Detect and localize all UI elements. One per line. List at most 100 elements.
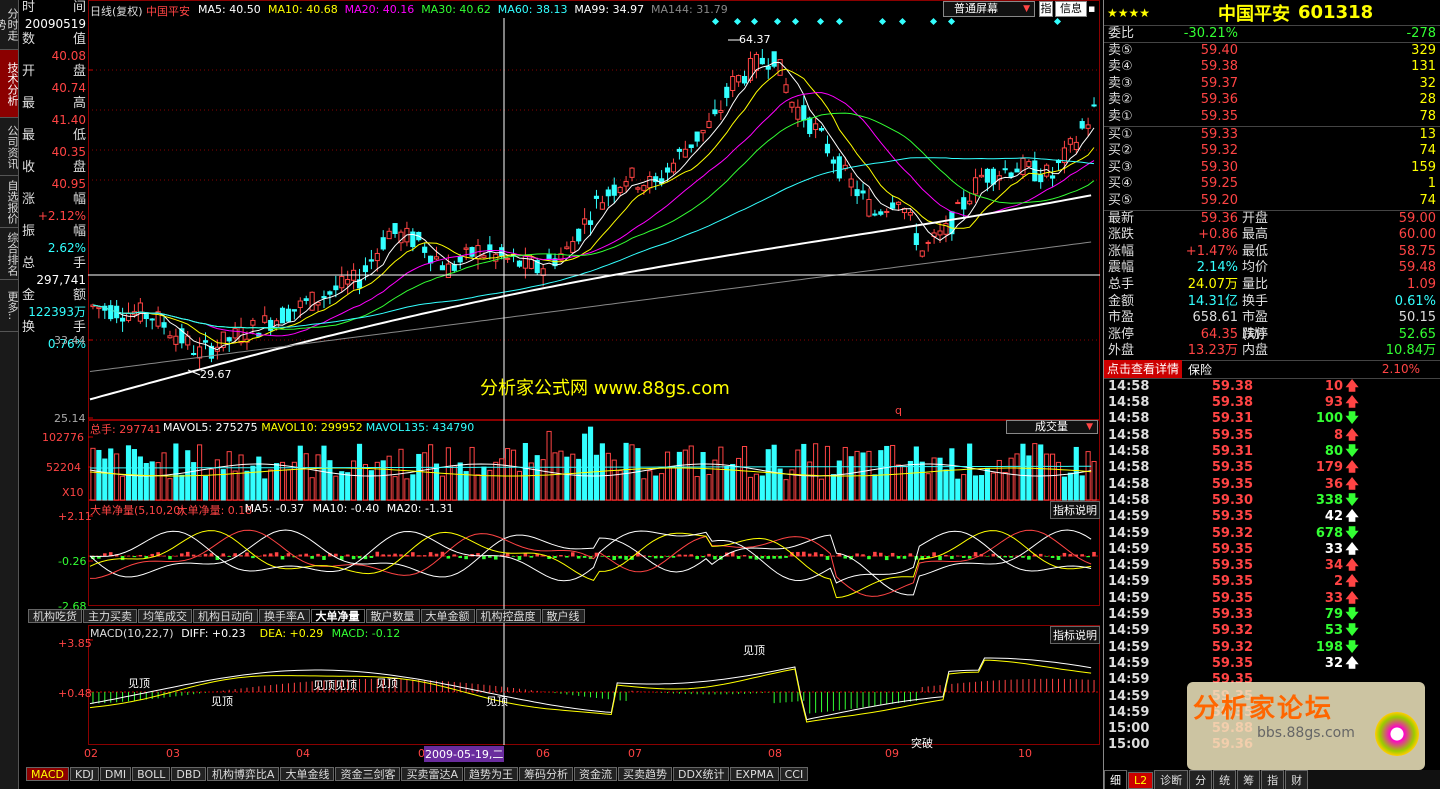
djl-bar xyxy=(553,556,557,559)
candle-body xyxy=(907,212,913,216)
bottom-indicator-tab[interactable]: DDX统计 xyxy=(672,767,730,781)
left-nav-tab[interactable]: 更多.. xyxy=(0,280,19,332)
stat-row: 市盈 658.61 市盈(动) 50.15 xyxy=(1104,310,1440,342)
candle-body xyxy=(576,228,582,242)
info-label-left: 振 xyxy=(22,224,36,239)
volume-bar xyxy=(587,426,594,501)
djl-bar xyxy=(559,554,563,557)
order-level: 卖② xyxy=(1108,92,1133,108)
indicator-tab[interactable]: 散户数量 xyxy=(365,609,420,623)
indicator-tab[interactable]: 主力买卖 xyxy=(83,609,137,623)
bottom-indicator-tab[interactable]: 买卖雷达A xyxy=(401,767,463,781)
x-axis-label: 04 xyxy=(296,747,310,760)
volume-selector[interactable]: 成交量 ▼ xyxy=(1006,420,1098,434)
stat-value: 58.75 xyxy=(1398,243,1436,259)
macd-signal-label: 见顶 xyxy=(486,695,508,708)
candle-body xyxy=(647,176,653,189)
macd-signal-label: 见顶 xyxy=(376,677,398,690)
bottom-indicator-tab[interactable]: DBD xyxy=(171,767,206,781)
signal-diamond xyxy=(878,17,887,26)
djl-bar xyxy=(713,556,717,560)
tick-row: 14:59 59.35 33 🡅 xyxy=(1104,542,1440,558)
candle-body xyxy=(629,167,635,178)
info-button[interactable]: 信息 xyxy=(1055,1,1087,17)
indicator-help-button[interactable]: 指标说明 xyxy=(1050,626,1100,644)
bottom-indicator-tab[interactable]: 买卖趋势 xyxy=(617,767,672,781)
volume-bar xyxy=(724,465,730,501)
indicator-help-button[interactable]: 指标说明 xyxy=(1050,501,1100,519)
quote-tab[interactable]: 诊断 xyxy=(1154,770,1189,789)
indicator-tab[interactable]: 均笔成交 xyxy=(138,609,192,623)
arrow-up-icon: 🡅 xyxy=(1345,395,1359,411)
ma-legend: MA10: 40.68 xyxy=(268,3,338,16)
djl-bar xyxy=(245,552,249,557)
bottom-indicator-tab[interactable]: KDJ xyxy=(69,767,99,781)
left-nav-tab[interactable]: 公司资讯 xyxy=(0,118,19,176)
bottom-indicator-tab[interactable]: 机构博弈比A xyxy=(206,767,280,781)
order-price: 59.32 xyxy=(1200,143,1238,159)
indicator-tab[interactable]: 换手率A xyxy=(259,609,310,623)
candle-body xyxy=(167,335,173,339)
candle-body xyxy=(516,260,523,267)
bottom-indicator-tab[interactable]: MACD xyxy=(26,767,69,781)
indicator-tab[interactable]: 机构日动向 xyxy=(193,609,258,623)
bottom-indicator-tab[interactable]: BOLL xyxy=(132,767,171,781)
djl-bar xyxy=(778,556,782,559)
info-label-left: 最 xyxy=(22,96,36,111)
quote-tab[interactable]: 筹 xyxy=(1237,770,1261,789)
quote-tab[interactable]: 细 xyxy=(1104,770,1127,789)
macd-signal-label: 见顶 xyxy=(128,677,150,690)
stat-row: 最新 59.36 开盘 59.00 xyxy=(1104,211,1440,228)
candle-body xyxy=(682,148,688,158)
volume-bar xyxy=(167,478,173,501)
bottom-indicator-tab[interactable]: 资金流 xyxy=(573,767,617,781)
volume-bar xyxy=(676,451,682,501)
left-nav-tab[interactable]: 分时走势 xyxy=(0,0,19,50)
volume-bar xyxy=(309,477,315,501)
tick-volume: 36 xyxy=(1324,476,1343,492)
volume-bar xyxy=(765,449,771,501)
bottom-indicator-tab[interactable]: 大单金线 xyxy=(280,767,335,781)
sector-name[interactable]: 保险 xyxy=(1188,361,1212,378)
quote-tab[interactable]: 财 xyxy=(1285,770,1309,789)
candle-body xyxy=(250,319,256,326)
volume-bar xyxy=(1020,443,1026,501)
quote-tab[interactable]: 统 xyxy=(1213,770,1237,789)
djl-bar xyxy=(1027,556,1031,560)
djl-bar xyxy=(932,552,936,557)
y-axis-label: +0.48 xyxy=(58,687,92,700)
buy-order-row: 买① 59.33 13 xyxy=(1104,127,1440,144)
volume-bar xyxy=(801,443,807,501)
indicator-tab[interactable]: 大单金额 xyxy=(420,609,475,623)
indicator-tab[interactable]: 散户线 xyxy=(541,609,585,623)
quote-tab[interactable]: 指 xyxy=(1261,770,1285,789)
left-nav-tab[interactable]: 自选报价 xyxy=(0,176,19,228)
djl-bar xyxy=(529,556,534,558)
order-volume: 32 xyxy=(1419,75,1436,91)
left-nav-tab[interactable]: 综合排名 xyxy=(0,228,19,280)
candle-body xyxy=(587,220,594,225)
bottom-indicator-tab[interactable]: CCI xyxy=(779,767,809,781)
bottom-indicator-tab[interactable]: 趋势为王 xyxy=(463,767,518,781)
detail-button[interactable]: 点击查看详情 xyxy=(1104,360,1183,379)
bottom-indicator-tab[interactable]: DMI xyxy=(99,767,132,781)
close-icon[interactable]: ▪ xyxy=(1088,1,1098,17)
bottom-indicator-tab[interactable]: 资金三剑客 xyxy=(335,767,401,781)
left-nav-tab[interactable]: 技术分析 xyxy=(0,50,19,118)
indicator-tab[interactable]: 机构控盘度 xyxy=(475,609,541,623)
indicator-button[interactable]: 指 xyxy=(1039,1,1053,17)
indicator-tab[interactable]: 大单净量 xyxy=(310,609,365,623)
stat-value: 14.31亿 xyxy=(1187,293,1238,309)
screen-mode-button[interactable]: 普通屏幕 ▼ xyxy=(943,1,1035,17)
quote-tab[interactable]: L2 xyxy=(1128,772,1154,789)
volume-bar xyxy=(439,475,446,501)
quote-tab[interactable]: 分 xyxy=(1189,770,1213,789)
volume-bar xyxy=(605,452,611,501)
bottom-indicator-tab[interactable]: 筹码分析 xyxy=(518,767,573,781)
bottom-indicator-tab[interactable]: EXPMA xyxy=(730,767,779,781)
info-label-right: 高 xyxy=(72,96,86,111)
indicator-tab[interactable]: 机构吃货 xyxy=(28,609,82,623)
sector-pct: 2.10% xyxy=(1381,362,1420,377)
info-label-left: 开 xyxy=(22,64,36,79)
stat-label: 换手 xyxy=(1242,293,1269,309)
